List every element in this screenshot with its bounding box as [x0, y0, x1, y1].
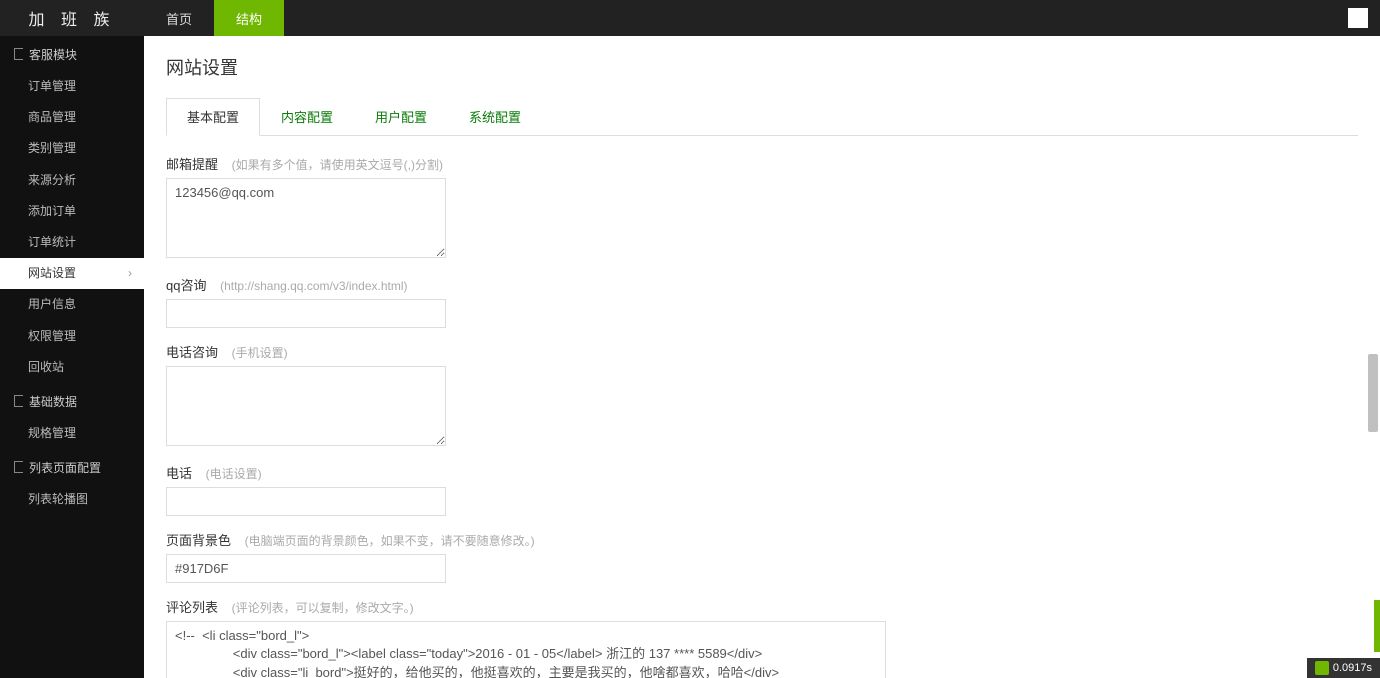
- perf-time: 0.0917s: [1333, 662, 1372, 674]
- comments-field[interactable]: [166, 621, 886, 678]
- label-email: 邮箱提醒: [166, 157, 218, 172]
- sidebar-item-specs[interactable]: 规格管理: [0, 418, 144, 449]
- label-phone: 电话: [166, 466, 192, 481]
- phone-consult-field[interactable]: [166, 366, 446, 446]
- tab-user[interactable]: 用户配置: [354, 98, 448, 135]
- sidebar-item-site-settings[interactable]: 网站设置: [0, 258, 144, 289]
- sidebar-item-permissions[interactable]: 权限管理: [0, 321, 144, 352]
- user-icon[interactable]: [1348, 8, 1368, 28]
- bgcolor-field[interactable]: [166, 554, 446, 583]
- sidebar-group-listpage: 列表页面配置: [0, 449, 144, 484]
- settings-tabs: 基本配置 内容配置 用户配置 系统配置: [166, 98, 1358, 136]
- hint-email: (如果有多个值，请使用英文逗号(,)分割): [232, 158, 443, 172]
- sidebar-item-user-info[interactable]: 用户信息: [0, 289, 144, 320]
- scroll-thumb[interactable]: [1368, 354, 1378, 432]
- sidebar-item-products[interactable]: 商品管理: [0, 102, 144, 133]
- sidebar-group-customer: 客服模块: [0, 36, 144, 71]
- phone-field[interactable]: [166, 487, 446, 516]
- sidebar-item-order-stats[interactable]: 订单统计: [0, 227, 144, 258]
- brand-logo: 加 班 族: [0, 6, 144, 30]
- tab-system[interactable]: 系统配置: [448, 98, 542, 135]
- topbar: 加 班 族 首页 结构: [0, 0, 1380, 36]
- email-field[interactable]: [166, 178, 446, 258]
- label-qq: qq咨询: [166, 278, 206, 293]
- hint-phone: (电话设置): [206, 467, 262, 481]
- sidebar-item-categories[interactable]: 类别管理: [0, 133, 144, 164]
- sidebar-item-source[interactable]: 来源分析: [0, 165, 144, 196]
- qq-field[interactable]: [166, 299, 446, 328]
- tab-content[interactable]: 内容配置: [260, 98, 354, 135]
- sidebar: 客服模块 订单管理 商品管理 类别管理 来源分析 添加订单 订单统计 网站设置 …: [0, 36, 144, 678]
- main-content: 网站设置 基本配置 内容配置 用户配置 系统配置 邮箱提醒 (如果有多个值，请使…: [144, 36, 1380, 678]
- topnav-structure[interactable]: 结构: [214, 0, 284, 36]
- topnav-home[interactable]: 首页: [144, 0, 214, 36]
- sidebar-item-recycle[interactable]: 回收站: [0, 352, 144, 383]
- hint-comments: (评论列表，可以复制，修改文字。): [232, 601, 414, 615]
- label-phone-consult: 电话咨询: [166, 345, 218, 360]
- hint-phone-consult: (手机设置): [232, 346, 288, 360]
- page-title: 网站设置: [166, 54, 1358, 80]
- label-bgcolor: 页面背景色: [166, 533, 231, 548]
- topbar-right: [1348, 8, 1368, 28]
- sidebar-item-orders[interactable]: 订单管理: [0, 71, 144, 102]
- topnav: 首页 结构: [144, 0, 284, 36]
- hint-qq: (http://shang.qq.com/v3/index.html): [220, 279, 407, 293]
- label-comments: 评论列表: [166, 600, 218, 615]
- scrollbar[interactable]: [1368, 36, 1378, 678]
- perf-badge: 0.0917s: [1307, 658, 1380, 678]
- sidebar-item-carousel[interactable]: 列表轮播图: [0, 484, 144, 515]
- status-indicator: [1374, 600, 1380, 652]
- sidebar-item-add-order[interactable]: 添加订单: [0, 196, 144, 227]
- perf-icon: [1315, 661, 1329, 675]
- hint-bgcolor: (电脑端页面的背景颜色，如果不变，请不要随意修改。): [245, 534, 535, 548]
- tab-basic[interactable]: 基本配置: [166, 98, 260, 136]
- sidebar-group-basedata: 基础数据: [0, 383, 144, 418]
